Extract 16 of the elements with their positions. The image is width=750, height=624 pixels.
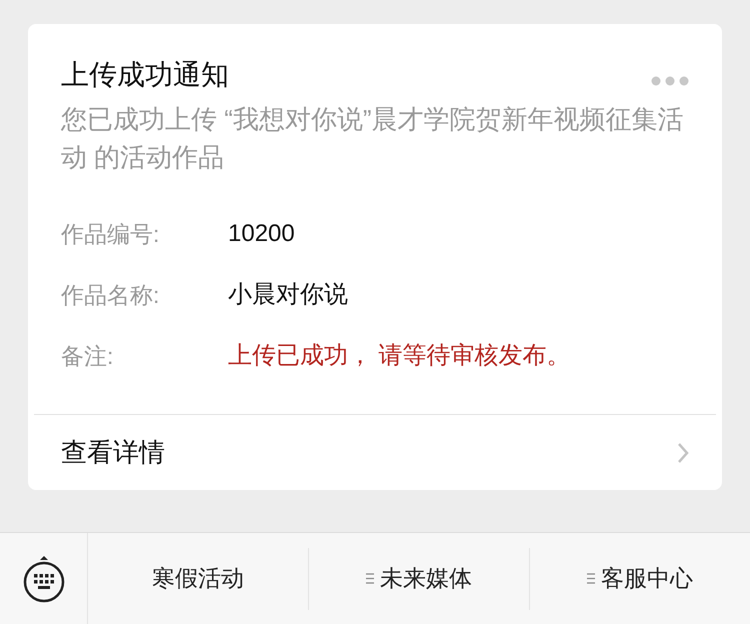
keyboard-icon[interactable] [22,554,66,604]
field-value: 10200 [228,219,295,249]
list-icon [366,573,374,584]
field-value: 上传已成功， 请等待审核发布。 [228,341,571,371]
card-title: 上传成功通知 [61,58,229,92]
menu-item[interactable]: 客服中心 [530,548,750,610]
list-icon [587,573,595,584]
field-label: 备注: [61,342,114,371]
menu-item[interactable]: 未来媒体 [309,548,530,610]
field-label: 作品编号: [61,220,160,249]
field-value: 小晨对你说 [228,280,348,310]
chevron-right-icon [677,442,689,464]
card-description: 您已成功上传 “我想对你说”晨才学院贺新年视频征集活动 的活动作品 [61,103,685,174]
field-label: 作品名称: [61,280,160,310]
menu-item[interactable]: 寒假活动 [88,548,309,610]
details-link[interactable]: 查看详情 [34,414,716,490]
